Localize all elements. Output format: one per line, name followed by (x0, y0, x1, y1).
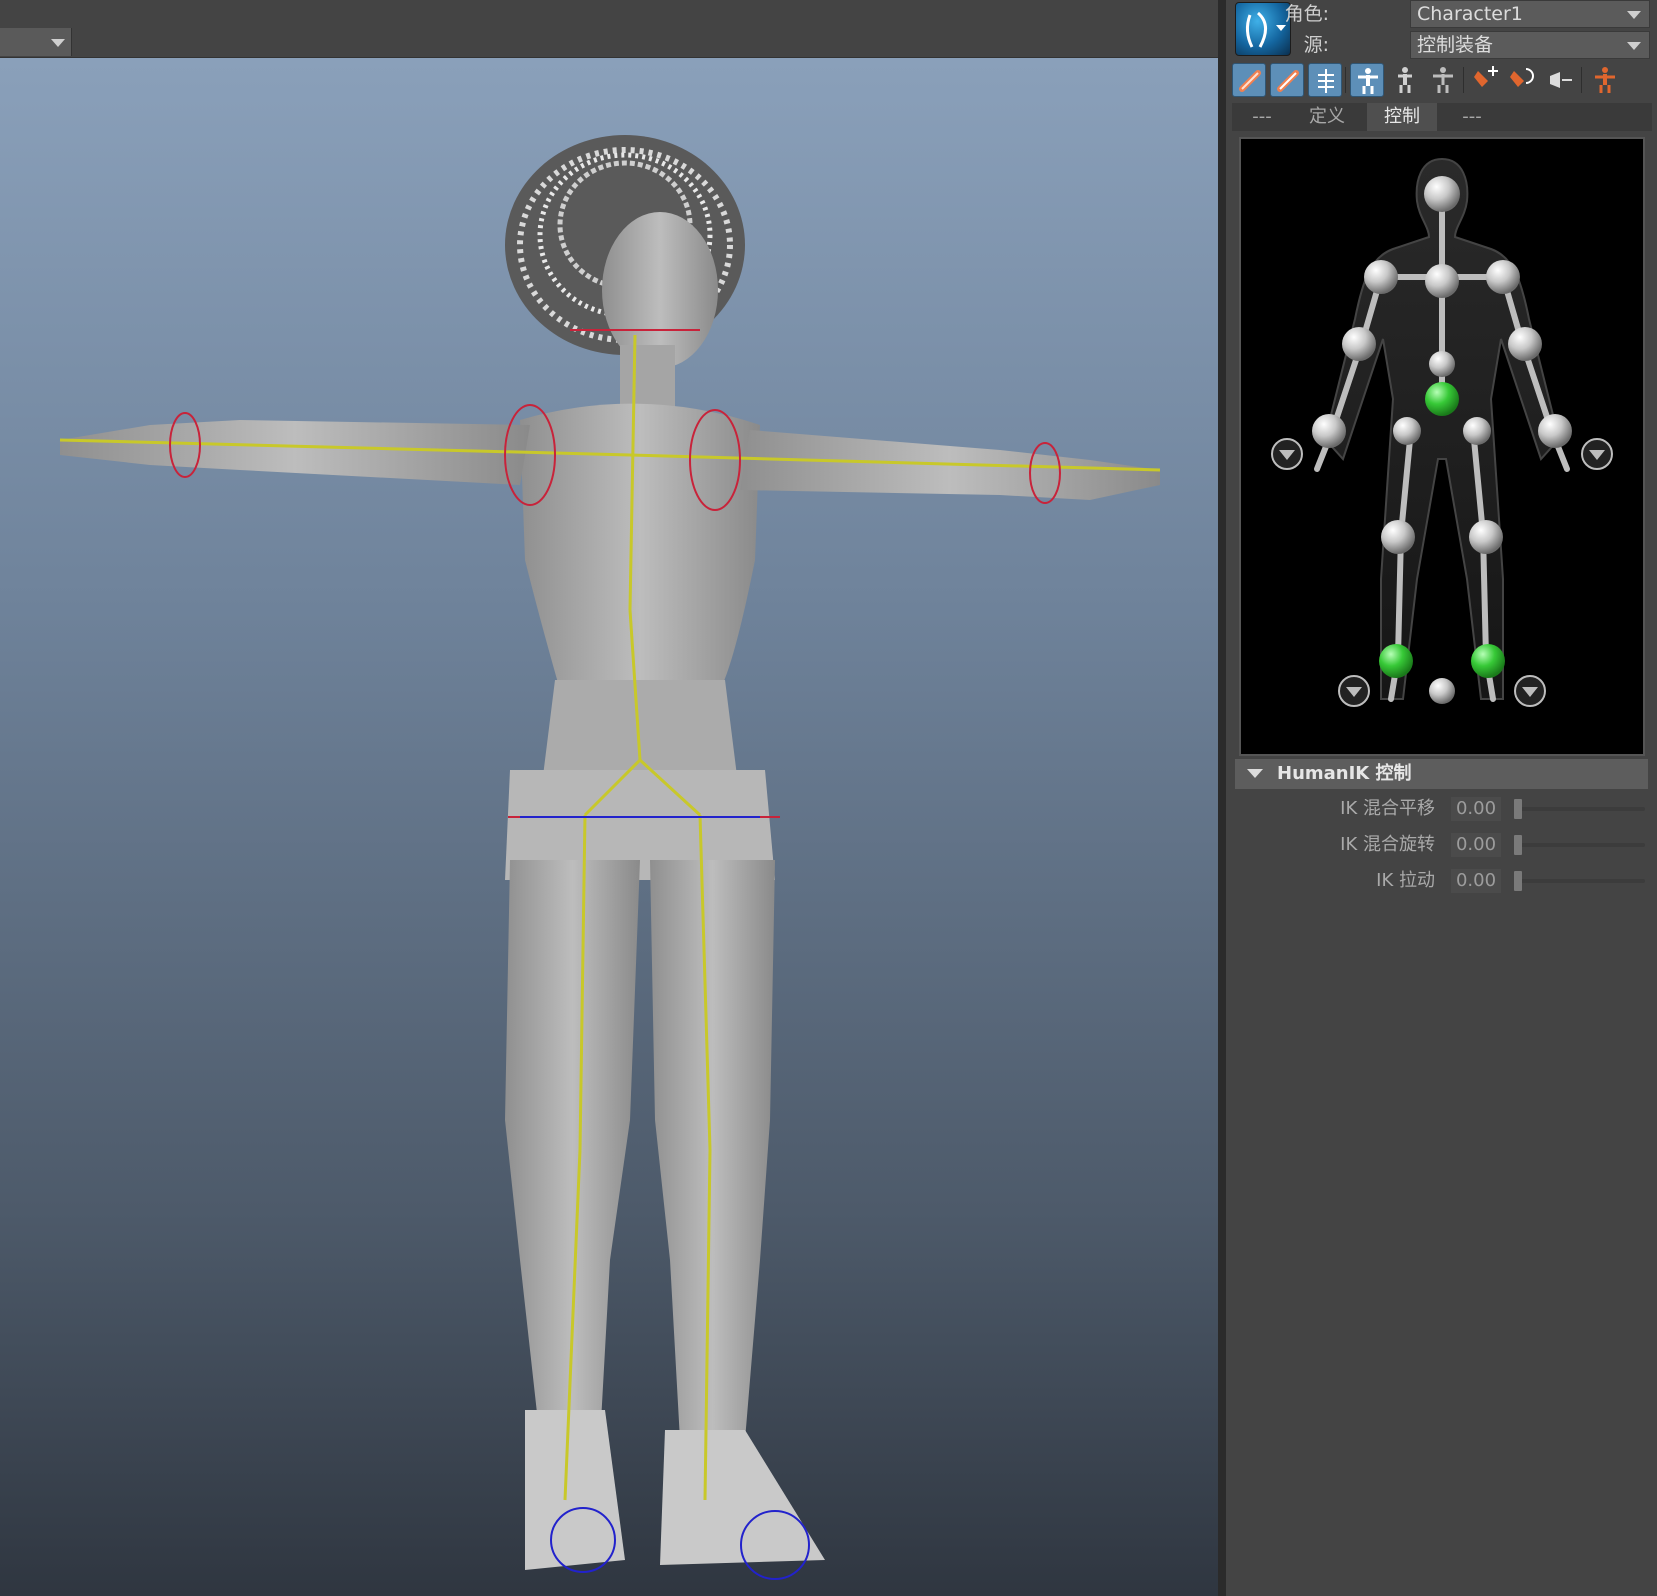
chevron-down-icon (51, 39, 65, 47)
tab-right-placeholder[interactable]: --- (1442, 103, 1502, 131)
chevron-down-icon (1627, 42, 1641, 50)
character-model-render (59, 135, 1161, 1580)
joint-hips-selected[interactable] (1425, 382, 1459, 416)
chevron-down-icon (1627, 11, 1641, 19)
expand-left-foot-button[interactable] (1338, 675, 1370, 707)
slider-label: IK 混合平移 (1340, 798, 1435, 819)
tab-bar: --- 定义 控制 --- (1232, 103, 1652, 131)
source-value: 控制装备 (1417, 34, 1494, 56)
body-part-icon (1398, 67, 1412, 93)
ik-blend-translate-row: IK 混合平移 0.00 (1235, 794, 1648, 824)
joint-spine[interactable] (1429, 351, 1455, 377)
joint-left-wrist[interactable] (1312, 414, 1346, 448)
viewport-panel-dropdown[interactable] (0, 28, 72, 56)
pose-figure-button[interactable] (1588, 63, 1622, 97)
full-body-icon (1358, 68, 1378, 94)
joint-left-ankle-selected[interactable] (1379, 644, 1413, 678)
ik-pull-row: IK 拉动 0.00 (1235, 866, 1648, 896)
slider-value-field[interactable]: 0.00 (1451, 833, 1501, 857)
fk-pencil-icon (1239, 70, 1261, 92)
selection-button[interactable] (1426, 63, 1460, 97)
head-mesh (602, 212, 718, 368)
character-row: 角色: Character1 (1226, 0, 1657, 28)
slider-value-field[interactable]: 0.00 (1451, 869, 1501, 893)
slider-value-field[interactable]: 0.00 (1451, 797, 1501, 821)
joint-left-shoulder[interactable] (1364, 260, 1398, 294)
tab-controls[interactable]: 控制 (1367, 103, 1437, 131)
body-part-button[interactable] (1388, 63, 1422, 97)
humanik-toolbar (1232, 63, 1652, 99)
section-title: HumanIK 控制 (1277, 763, 1412, 784)
pin-rotate-button[interactable] (1506, 63, 1540, 97)
pin-translate-icon (1474, 66, 1498, 87)
toolbar-separator (1581, 67, 1582, 93)
joint-reference[interactable] (1429, 678, 1455, 704)
selection-icon (1433, 67, 1453, 93)
tab-left-placeholder[interactable]: --- (1232, 103, 1292, 131)
joint-chest[interactable] (1425, 264, 1459, 298)
slider-track[interactable] (1519, 843, 1645, 847)
full-body-button[interactable] (1350, 63, 1384, 97)
skeleton-spine-icon (1318, 69, 1334, 93)
character-label: 角色: (1284, 3, 1329, 25)
viewport-toolbar (0, 0, 1218, 58)
source-label: 源: (1303, 34, 1329, 56)
slider-label: IK 混合旋转 (1340, 834, 1435, 855)
release-pin-icon (1550, 72, 1572, 88)
toolbar-separator (1345, 67, 1346, 93)
toolbar-separator (1463, 67, 1464, 93)
maya-humanik-window: 角色: Character1 源: 控制装备 --- 定义 控制 --- Hum… (0, 0, 1657, 1596)
ik-blend-rotate-row: IK 混合旋转 0.00 (1235, 830, 1648, 860)
tab-definition[interactable]: 定义 (1292, 103, 1362, 131)
joint-left-elbow[interactable] (1342, 327, 1376, 361)
left-boot-mesh (525, 1410, 625, 1570)
pin-rotate-icon (1510, 68, 1534, 87)
expand-right-foot-button[interactable] (1514, 675, 1546, 707)
expand-left-hand-button[interactable] (1271, 438, 1303, 470)
right-boot-mesh (660, 1430, 825, 1565)
panel-splitter[interactable] (1218, 0, 1226, 1596)
fk-pencil-button[interactable] (1232, 63, 1266, 97)
joint-right-hip[interactable] (1463, 417, 1491, 445)
ik-pencil-button[interactable] (1270, 63, 1304, 97)
character-select[interactable]: Character1 (1410, 0, 1650, 28)
slider-label: IK 拉动 (1376, 870, 1435, 891)
skeleton-spine-button[interactable] (1308, 63, 1342, 97)
collapse-triangle-icon (1247, 769, 1263, 778)
joint-left-hip[interactable] (1393, 417, 1421, 445)
slider-thumb[interactable] (1514, 799, 1522, 819)
pin-translate-button[interactable] (1468, 63, 1502, 97)
release-pin-button[interactable] (1544, 63, 1578, 97)
right-leg-mesh (650, 860, 775, 1440)
humanik-figure-map (1271, 157, 1613, 707)
expand-right-hand-button[interactable] (1581, 438, 1613, 470)
pose-figure-icon (1595, 67, 1615, 93)
slider-track[interactable] (1519, 879, 1645, 883)
ik-pencil-icon (1277, 70, 1299, 92)
joint-head[interactable] (1424, 176, 1460, 212)
source-row: 源: 控制装备 (1226, 31, 1657, 59)
left-arm-mesh (60, 420, 530, 485)
slider-thumb[interactable] (1514, 871, 1522, 891)
character-value: Character1 (1417, 3, 1523, 25)
character-controls-view[interactable] (1239, 137, 1645, 756)
viewport-canvas[interactable] (0, 58, 1218, 1596)
joint-right-elbow[interactable] (1508, 327, 1542, 361)
source-select[interactable]: 控制装备 (1410, 31, 1650, 59)
torso-mesh (520, 403, 760, 690)
slider-thumb[interactable] (1514, 835, 1522, 855)
humanik-panel: 角色: Character1 源: 控制装备 --- 定义 控制 --- Hum… (1226, 0, 1657, 1596)
slider-track[interactable] (1519, 807, 1645, 811)
joint-left-knee[interactable] (1381, 520, 1415, 554)
joint-right-ankle-selected[interactable] (1471, 644, 1505, 678)
joint-right-wrist[interactable] (1538, 414, 1572, 448)
joint-right-knee[interactable] (1469, 520, 1503, 554)
joint-right-shoulder[interactable] (1486, 260, 1520, 294)
3d-viewport[interactable] (0, 0, 1218, 1596)
humanik-controls-section-header[interactable]: HumanIK 控制 (1235, 759, 1648, 789)
